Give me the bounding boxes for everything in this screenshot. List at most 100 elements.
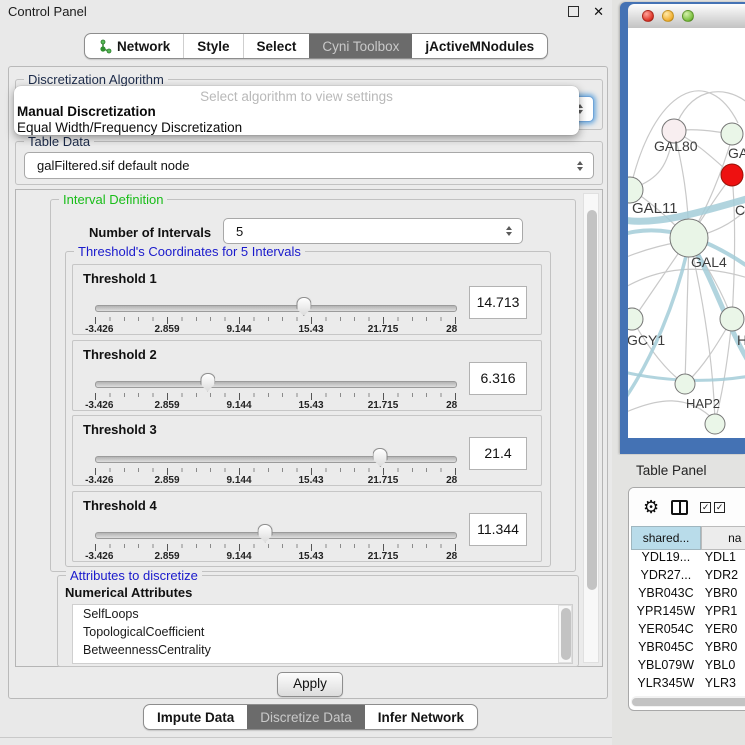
slider-thumb[interactable] — [296, 297, 311, 316]
attributes-scrollbar-thumb[interactable] — [561, 608, 571, 660]
table-row[interactable]: YBR045CYBR0 — [631, 640, 745, 658]
cell-name[interactable]: YPR1 — [701, 604, 745, 622]
attributes-scrollbar[interactable] — [558, 605, 572, 663]
threshold-slider[interactable] — [95, 532, 457, 539]
threshold-slider[interactable] — [95, 381, 457, 388]
cell-shared-name[interactable]: YBR045C — [631, 640, 701, 658]
tab-network[interactable]: Network — [85, 34, 183, 58]
interval-definition-group: Interval Definition Number of Intervals … — [50, 199, 576, 572]
cell-name[interactable]: YDL1 — [701, 550, 745, 568]
zoom-traffic-light-icon[interactable] — [682, 10, 694, 22]
algorithm-hint: Select algorithm to view settings — [14, 86, 579, 104]
slider-thumb[interactable] — [258, 524, 273, 543]
close-traffic-light-icon[interactable] — [642, 10, 654, 22]
tab-jactivemnodules[interactable]: jActiveMNodules — [412, 34, 547, 58]
cell-shared-name[interactable]: YPR145W — [631, 604, 701, 622]
column-header-shared-name[interactable]: shared... — [631, 526, 701, 550]
cell-name[interactable]: YDR2 — [701, 568, 745, 586]
cell-shared-name[interactable]: YER054C — [631, 622, 701, 640]
table-hscrollbar-thumb[interactable] — [632, 698, 745, 706]
network-node-hap2[interactable] — [675, 374, 695, 394]
table-panel-header: Table Panel — [612, 455, 745, 485]
cell-shared-name[interactable]: YDL19... — [631, 550, 701, 568]
network-node-ga[interactable] — [721, 123, 743, 145]
numerical-attributes-list[interactable]: SelfLoopsTopologicalCoefficientBetweenne… — [72, 604, 573, 664]
cell-name[interactable]: YER0 — [701, 622, 745, 640]
algorithm-option-manual[interactable]: Manual Discretization — [14, 104, 579, 120]
network-node-label: GAL11 — [632, 200, 678, 217]
table-data-select[interactable]: galFiltered.sif default node — [24, 152, 594, 179]
attribute-list-item[interactable]: BetweennessCentrality — [73, 641, 572, 659]
window-title: Control Panel — [8, 4, 87, 19]
network-node-h[interactable] — [720, 307, 744, 331]
attribute-list-item[interactable]: SelfLoops — [73, 605, 572, 623]
threshold-value-field[interactable]: 11.344 — [469, 513, 527, 546]
thresholds-group-title: Threshold's Coordinates for 5 Intervals — [74, 244, 305, 259]
network-node-c[interactable] — [721, 164, 743, 186]
checkbox-icons: ✓ ✓ — [700, 502, 725, 513]
slider-tick-labels: -3.4262.8599.14415.4321.71528 — [95, 475, 455, 487]
bottom-tab-discretize-data[interactable]: Discretize Data — [247, 705, 365, 729]
network-view-window[interactable]: GAL80GACGAL11GAL4GCY1HHAP2 — [620, 2, 745, 454]
network-node-gcy1[interactable] — [628, 308, 643, 330]
float-window-icon[interactable] — [568, 6, 579, 17]
table-row[interactable]: YBL079WYBL0 — [631, 658, 745, 676]
table-row[interactable]: YDR27...YDR2 — [631, 568, 745, 586]
apply-button[interactable]: Apply — [277, 672, 343, 697]
cell-name[interactable]: YLR3 — [701, 676, 745, 694]
cell-shared-name[interactable]: YLR345W — [631, 676, 701, 694]
settings-scrollbar[interactable] — [583, 193, 599, 663]
table-panel-toolbar: ⚙ ✓ ✓ — [629, 488, 745, 526]
network-node-label: HAP2 — [686, 396, 720, 411]
minimize-traffic-light-icon[interactable] — [662, 10, 674, 22]
network-node-label: GA — [728, 145, 745, 161]
table-hscrollbar[interactable] — [631, 696, 745, 707]
threshold-value-field[interactable]: 21.4 — [469, 437, 527, 470]
table-row[interactable]: YER054CYER0 — [631, 622, 745, 640]
tab-style[interactable]: Style — [183, 34, 242, 58]
bottom-tab-impute-data[interactable]: Impute Data — [144, 705, 247, 729]
cell-name[interactable]: YBR0 — [701, 640, 745, 658]
network-canvas[interactable]: GAL80GACGAL11GAL4GCY1HHAP2 — [628, 28, 745, 438]
gear-icon[interactable]: ⚙ — [643, 498, 659, 516]
number-of-intervals-select[interactable]: 5 — [223, 218, 523, 244]
threshold-value-field[interactable]: 14.713 — [469, 286, 527, 319]
cell-name[interactable]: YBL0 — [701, 658, 745, 676]
attribute-list-item[interactable]: TopologicalCoefficient — [73, 623, 572, 641]
column-header-name[interactable]: na — [701, 526, 745, 550]
cell-shared-name[interactable]: YBL079W — [631, 658, 701, 676]
settings-scrollbar-thumb[interactable] — [587, 210, 597, 590]
table-row[interactable]: YBR043CYBR0 — [631, 586, 745, 604]
table-row[interactable]: YDL19...YDL1 — [631, 550, 745, 568]
tab-cyni-toolbox[interactable]: Cyni Toolbox — [309, 34, 412, 58]
slider-thumb[interactable] — [200, 373, 215, 392]
checkbox-icon[interactable]: ✓ — [700, 502, 711, 513]
checkbox-icon[interactable]: ✓ — [714, 502, 725, 513]
cyni-toolbox-content: Discretization Algorithm Table Data galF… — [8, 66, 608, 699]
algorithm-option-equal-width[interactable]: Equal Width/Frequency Discretization — [14, 120, 579, 135]
table-row[interactable]: YPR145WYPR1 — [631, 604, 745, 622]
threshold-slider[interactable] — [95, 456, 457, 463]
slider-ticks — [95, 317, 455, 324]
tab-select[interactable]: Select — [243, 34, 310, 58]
cell-shared-name[interactable]: YBR043C — [631, 586, 701, 604]
slider-thumb[interactable] — [373, 448, 388, 467]
number-of-intervals-label: Number of Intervals — [89, 225, 211, 240]
slider-tick-labels: -3.4262.8599.14415.4321.71528 — [95, 324, 455, 336]
threshold-label: Threshold 4 — [83, 498, 157, 513]
cell-name[interactable]: YBR0 — [701, 586, 745, 604]
bottom-tab-label: Infer Network — [378, 710, 464, 725]
tab-label: Cyni Toolbox — [322, 39, 399, 54]
bottom-tab-infer-network[interactable]: Infer Network — [365, 705, 477, 729]
network-node[interactable] — [705, 414, 725, 434]
threshold-slider[interactable] — [95, 305, 457, 312]
table-data-title: Table Data — [24, 134, 94, 149]
table-row[interactable]: YLR345WYLR3 — [631, 676, 745, 694]
control-panel-window: Control Panel ✕ NetworkStyleSelect Cyni T… — [0, 0, 613, 745]
close-icon[interactable]: ✕ — [593, 5, 604, 18]
bottom-divider — [0, 737, 612, 738]
network-node-gal4[interactable] — [670, 219, 708, 257]
threshold-value-field[interactable]: 6.316 — [469, 362, 527, 395]
cell-shared-name[interactable]: YDR27... — [631, 568, 701, 586]
columns-icon[interactable] — [671, 500, 688, 515]
